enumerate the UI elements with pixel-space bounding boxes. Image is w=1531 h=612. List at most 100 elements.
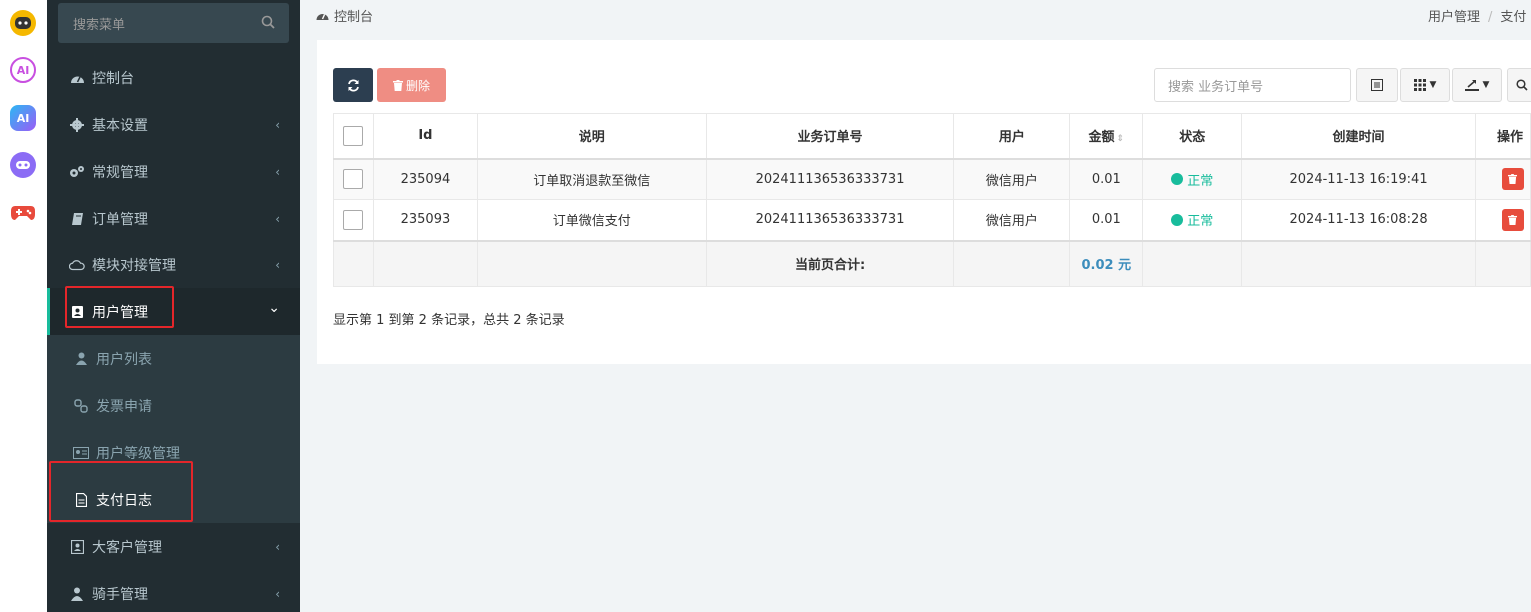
status-label: 正常: [1187, 173, 1214, 189]
chevron-down-icon: ⌄: [268, 300, 280, 316]
column-header-amount[interactable]: 金额 ⇕: [1069, 113, 1144, 160]
sidebar-item-dashboard[interactable]: 控制台: [47, 54, 300, 101]
page-total-label: 当前页合计:: [705, 239, 955, 287]
sidebar-subitem-label: 用户等级管理: [96, 445, 180, 462]
delete-button-label: 删除: [405, 78, 430, 93]
sidebar-item-label: 控制台: [92, 70, 134, 87]
breadcrumb-dashboard-link[interactable]: 控制台: [334, 6, 373, 25]
discord-bot-icon[interactable]: [10, 152, 36, 178]
chevron-left-icon: ‹: [275, 117, 280, 132]
page-breadcrumb: 控制台: [316, 6, 373, 25]
caret-down-icon: ▼: [1429, 80, 1437, 90]
column-header-user: 用户: [953, 113, 1071, 160]
sidebar-subitem-invoice[interactable]: 发票申请: [47, 382, 300, 429]
export-icon: [1464, 80, 1479, 91]
book-icon: [69, 211, 85, 227]
sidebar-subitem-user-list[interactable]: 用户列表: [47, 335, 300, 382]
dashboard-icon: [69, 70, 85, 86]
contact-card-icon: [69, 539, 85, 555]
table-header-row: Id 说明 业务订单号 用户 金额 ⇕ 状态 创建时间 操作: [333, 113, 1531, 160]
trash-icon: [1508, 174, 1518, 185]
user-icon: [73, 351, 89, 367]
chat-bot-icon[interactable]: [10, 10, 36, 36]
search-icon: [1516, 79, 1528, 91]
columns-grid-icon: [1413, 79, 1426, 91]
page-total-amount: 0.02 元: [1069, 239, 1144, 287]
game-controller-icon[interactable]: [10, 199, 36, 225]
ai-assistant-icon[interactable]: AI: [10, 57, 36, 83]
cloud-icon: [69, 257, 85, 273]
cell-description: 订单取消退款至微信: [476, 158, 707, 200]
column-header-id[interactable]: Id: [372, 113, 478, 160]
highlight-box-payment-log: [49, 461, 193, 522]
status-label: 正常: [1187, 214, 1214, 229]
row-delete-button[interactable]: [1501, 168, 1524, 191]
cell-created-time: 2024-11-13 16:08:28: [1241, 199, 1476, 241]
row-checkbox[interactable]: [343, 169, 364, 190]
trash-icon: [392, 79, 403, 91]
delete-button[interactable]: 删除: [377, 68, 446, 102]
sidebar-item-label: 大客户管理: [92, 539, 162, 556]
breadcrumb: 用户管理 / 支付: [1428, 6, 1526, 25]
sidebar-subitem-label: 发票申请: [96, 398, 152, 415]
order-search-input[interactable]: 搜索 业务订单号: [1154, 68, 1351, 102]
sidebar: 搜索菜单 控制台 基本设置 ‹ 常规管理 ‹ 订单管理 ‹ 模块对接管理 ‹ 用…: [47, 0, 300, 612]
cogs-icon: [69, 164, 85, 180]
columns-dropdown-button[interactable]: ▼: [1400, 68, 1450, 102]
cell-actions: [1474, 199, 1531, 241]
sidebar-item-key-accounts[interactable]: 大客户管理 ‹: [47, 523, 300, 570]
highlight-box-user-management: [65, 286, 174, 328]
order-search-placeholder: 搜索 业务订单号: [1168, 79, 1264, 95]
refresh-button[interactable]: [333, 68, 373, 102]
row-select-cell: [333, 199, 374, 241]
sidebar-item-riders[interactable]: 骑手管理 ‹: [47, 570, 300, 612]
row-checkbox[interactable]: [343, 209, 364, 230]
chain-icon: [73, 398, 89, 414]
gear-icon: [69, 117, 85, 133]
ai-assistant-label: AI: [16, 63, 30, 77]
sidebar-item-label: 常规管理: [92, 164, 148, 181]
breadcrumb-parent[interactable]: 用户管理: [1428, 10, 1480, 25]
sidebar-search-placeholder: 搜索菜单: [73, 17, 126, 33]
sidebar-item-label: 模块对接管理: [92, 257, 176, 274]
sidebar-item-label: 基本设置: [92, 117, 148, 134]
sidebar-item-general[interactable]: 常规管理 ‹: [47, 148, 300, 195]
status-dot-icon: [1171, 173, 1184, 185]
cell-status: 正常: [1142, 199, 1243, 241]
chevron-left-icon: ‹: [275, 586, 280, 601]
status-badge: 正常: [1171, 210, 1213, 229]
sidebar-item-orders[interactable]: 订单管理 ‹: [47, 195, 300, 242]
app-strip: AI AI: [0, 0, 47, 612]
content-panel: 删除 搜索 业务订单号 ▼ ▼ Id 说明 业务订单号 用户 金额 ⇕ 状态 创建…: [317, 40, 1531, 364]
sidebar-subitem-label: 用户列表: [96, 351, 152, 368]
cell-amount: 0.01: [1069, 158, 1144, 200]
cell-actions: [1474, 158, 1531, 200]
column-header-amount-label: 金额: [1088, 130, 1115, 146]
dashboard-icon: [316, 14, 329, 20]
chevron-left-icon: ‹: [275, 257, 280, 272]
sidebar-item-basic-settings[interactable]: 基本设置 ‹: [47, 101, 300, 148]
sidebar-item-module-integration[interactable]: 模块对接管理 ‹: [47, 241, 300, 288]
select-all-cell: [333, 113, 374, 160]
cell-order-number: 202411136536333731: [705, 158, 955, 200]
sidebar-item-label: 骑手管理: [92, 586, 148, 603]
cell-order-number: 202411136536333731: [705, 199, 955, 241]
sidebar-item-label: 订单管理: [92, 211, 148, 228]
export-dropdown-button[interactable]: ▼: [1452, 68, 1502, 102]
column-header-description: 说明: [476, 113, 707, 160]
cell-amount: 0.01: [1069, 199, 1144, 241]
row-delete-button[interactable]: [1501, 208, 1524, 231]
breadcrumb-current: 支付: [1500, 10, 1527, 25]
toggle-view-button[interactable]: [1356, 68, 1398, 102]
rider-icon: [69, 586, 85, 602]
column-header-actions: 操作: [1474, 113, 1531, 160]
row-select-cell: [333, 158, 374, 200]
ai-tool-icon[interactable]: AI: [10, 105, 36, 131]
advanced-search-button[interactable]: [1507, 68, 1531, 102]
cell-id: 235094: [372, 158, 478, 200]
select-all-checkbox[interactable]: [343, 125, 364, 146]
cell-user: 微信用户: [953, 199, 1071, 241]
list-view-icon: [1371, 79, 1383, 91]
cell-status: 正常: [1142, 158, 1243, 200]
sidebar-search-input[interactable]: 搜索菜单: [58, 3, 289, 43]
